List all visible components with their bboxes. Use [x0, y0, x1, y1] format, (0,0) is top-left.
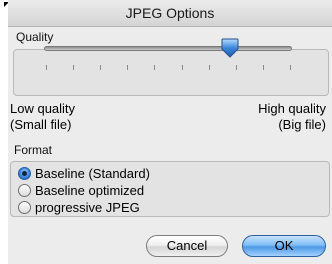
radio-button-baseline-optimized[interactable]	[18, 183, 31, 197]
radio-progressive-jpeg[interactable]: progressive JPEG	[18, 199, 140, 215]
dialog-title: JPEG Options	[125, 5, 215, 21]
radio-button-progressive-jpeg[interactable]	[18, 200, 31, 214]
slider-tick	[208, 65, 210, 70]
dialog-body: Quality Low quality (Small file) High qu…	[8, 27, 332, 264]
slider-tick	[235, 65, 237, 70]
slider-tick	[127, 65, 129, 70]
slider-tick	[154, 65, 156, 70]
radio-label-progressive-jpeg: progressive JPEG	[35, 199, 140, 215]
high-quality-label: High quality	[258, 101, 326, 116]
radio-label-baseline-optimized: Baseline optimized	[35, 182, 145, 198]
title-bar[interactable]: JPEG Options	[8, 0, 332, 27]
jpeg-options-dialog: JPEG Options Quality Low quality (Small …	[0, 0, 332, 264]
slider-tick	[73, 65, 75, 70]
slider-tick	[290, 65, 291, 70]
big-file-label: (Big file)	[278, 117, 326, 132]
slider-tick	[100, 65, 102, 70]
slider-tick	[46, 65, 47, 70]
radio-baseline-optimized[interactable]: Baseline optimized	[18, 182, 144, 198]
ok-button[interactable]: OK	[242, 235, 326, 257]
format-group-label: Format	[14, 143, 53, 157]
slider-tick	[181, 65, 183, 70]
cancel-button[interactable]: Cancel	[146, 235, 228, 257]
radio-label-baseline-standard: Baseline (Standard)	[35, 165, 150, 181]
radio-baseline-standard[interactable]: Baseline (Standard)	[18, 165, 150, 181]
quality-group-label: Quality	[16, 30, 54, 44]
slider-tick	[262, 65, 264, 70]
slider-track[interactable]	[44, 46, 292, 51]
small-file-label: (Small file)	[10, 117, 72, 132]
radio-button-baseline-standard[interactable]	[18, 166, 31, 180]
slider-thumb[interactable]	[221, 38, 239, 58]
quality-group-box	[13, 49, 329, 96]
low-quality-label: Low quality	[10, 101, 76, 116]
